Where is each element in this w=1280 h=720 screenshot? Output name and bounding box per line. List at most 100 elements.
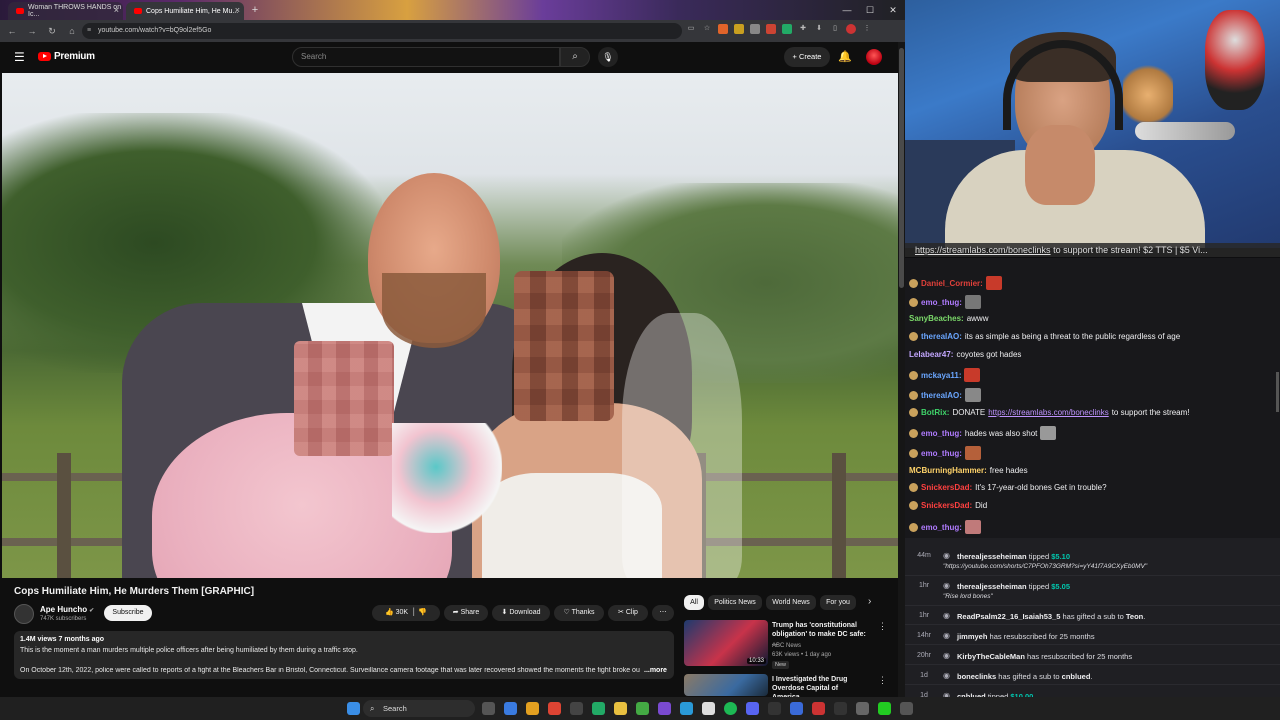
chat-username[interactable]: emo_thug:	[921, 298, 962, 307]
tab-cops-humiliate[interactable]: Cops Humiliate Him, He Mu... ×	[126, 2, 244, 20]
app-icon[interactable]	[856, 702, 869, 715]
channel-avatar[interactable]	[14, 604, 34, 624]
event-username[interactable]: boneclinks	[957, 672, 996, 681]
extension-icon[interactable]	[766, 24, 776, 34]
scrollbar-thumb[interactable]	[899, 48, 904, 288]
create-button[interactable]: + Create	[784, 47, 830, 67]
channel-name[interactable]: Ape Huncho ✔	[40, 605, 94, 614]
discord-icon[interactable]	[746, 702, 759, 715]
app-icon[interactable]	[592, 702, 605, 715]
chip-world-news[interactable]: World News	[766, 595, 816, 610]
app-icon[interactable]	[790, 702, 803, 715]
app-icon[interactable]	[834, 702, 847, 715]
chip-politics-news[interactable]: Politics News	[708, 595, 762, 610]
event-username[interactable]: therealjesseheiman	[957, 552, 1027, 561]
close-window-button[interactable]: ✕	[881, 0, 905, 20]
menu-hamburger-icon[interactable]: ☰	[14, 50, 25, 64]
app-icon[interactable]	[812, 702, 825, 715]
event-target[interactable]: cnblued	[1062, 672, 1091, 681]
banner-link[interactable]: https://streamlabs.com/boneclinks	[915, 245, 1051, 255]
app-icon[interactable]	[636, 702, 649, 715]
search-button[interactable]: ⌕	[560, 47, 590, 67]
url-input[interactable]: ≡ youtube.com/watch?v=bQ9ol2ef5Go	[82, 23, 682, 39]
tab-woman-throws-hands[interactable]: Woman THROWS HANDS on Ic... ×	[8, 2, 123, 20]
chat-username[interactable]: mckaya11:	[921, 371, 961, 380]
minimize-button[interactable]: —	[835, 0, 859, 20]
close-tab-icon[interactable]: ×	[114, 5, 119, 15]
app-icon[interactable]	[658, 702, 671, 715]
extensions-puzzle-icon[interactable]: ✚	[798, 24, 808, 34]
event-username[interactable]: therealjesseheiman	[957, 582, 1027, 591]
event-username[interactable]: jimmyeh	[957, 632, 987, 641]
site-info-icon[interactable]: ≡	[87, 23, 91, 39]
chat-username[interactable]: SnickersDad:	[921, 501, 972, 510]
more-actions-button[interactable]: ⋯	[652, 605, 674, 621]
spotify-icon[interactable]	[724, 702, 737, 715]
show-more-link[interactable]: ...more	[644, 667, 667, 674]
menu-kebab-icon[interactable]: ⋮	[862, 24, 872, 34]
app-icon[interactable]	[570, 702, 583, 715]
search-input[interactable]: Search	[292, 47, 560, 67]
new-tab-button[interactable]: +	[248, 3, 262, 17]
app-icon[interactable]	[900, 702, 913, 715]
chat-username[interactable]: therealAO:	[921, 391, 962, 400]
close-tab-icon[interactable]: ×	[235, 5, 240, 15]
chat-username[interactable]: emo_thug:	[921, 523, 962, 532]
app-icon[interactable]	[878, 702, 891, 715]
chat-username[interactable]: SanyBeaches:	[909, 314, 964, 323]
app-icon[interactable]	[768, 702, 781, 715]
app-icon[interactable]	[702, 702, 715, 715]
event-username[interactable]: ReadPsalm22_16_Isaiah53_5	[957, 612, 1060, 621]
browser-icon[interactable]	[504, 702, 517, 715]
chat-username[interactable]: Daniel_Cormier:	[921, 279, 983, 288]
download-button[interactable]: ⬇ Download	[492, 605, 550, 621]
thanks-button[interactable]: ♡ Thanks	[554, 605, 604, 621]
sidepanel-icon[interactable]: ▯	[830, 24, 840, 34]
video-player[interactable]	[2, 73, 898, 578]
like-dislike-button[interactable]: 👍 30K │ 👎	[372, 605, 440, 621]
downloads-icon[interactable]: ⬇	[814, 24, 824, 34]
chat-username[interactable]: therealAO:	[921, 332, 962, 341]
share-button[interactable]: ➦ Share	[444, 605, 488, 621]
extension-icon[interactable]	[734, 24, 744, 34]
chat-scrollbar[interactable]	[1276, 372, 1279, 412]
avatar[interactable]	[866, 49, 882, 65]
voice-search-button[interactable]: 🎙	[598, 47, 618, 67]
app-icon[interactable]	[680, 702, 693, 715]
chat-username[interactable]: BotRix:	[921, 408, 949, 417]
cast-icon[interactable]: ▭	[686, 24, 696, 34]
more-options-icon[interactable]: ⋮	[878, 675, 887, 686]
event-target[interactable]: Teon	[1126, 612, 1143, 621]
chip-all[interactable]: All	[684, 595, 704, 610]
extension-icon[interactable]	[750, 24, 760, 34]
youtube-logo[interactable]: Premium	[38, 51, 95, 62]
maximize-button[interactable]: ☐	[858, 0, 882, 20]
app-icon[interactable]	[548, 702, 561, 715]
home-button[interactable]: ⌂	[64, 23, 80, 39]
chevron-right-icon[interactable]: ›	[868, 596, 871, 607]
clip-button[interactable]: ✂ Clip	[608, 605, 648, 621]
extension-icon[interactable]	[782, 24, 792, 34]
reload-button[interactable]: ↻	[44, 23, 60, 39]
subscribe-button[interactable]: Subscribe	[104, 605, 152, 621]
file-explorer-icon[interactable]	[614, 702, 627, 715]
chat-username[interactable]: MCBurningHammer:	[909, 466, 987, 475]
windows-start-icon[interactable]	[347, 702, 360, 715]
chat-username[interactable]: emo_thug:	[921, 429, 962, 438]
task-view-icon[interactable]	[482, 702, 495, 715]
recommended-channel[interactable]: ABC News	[772, 642, 872, 650]
recommended-thumbnail[interactable]: 10:33	[684, 620, 768, 666]
profile-icon[interactable]	[846, 24, 856, 34]
extension-icon[interactable]	[718, 24, 728, 34]
taskbar-search[interactable]: ⌕ Search	[363, 700, 475, 717]
chrome-icon[interactable]	[526, 702, 539, 715]
event-username[interactable]: KirbyTheCableMan	[957, 652, 1025, 661]
chat-username[interactable]: Lelabear47:	[909, 350, 953, 359]
more-options-icon[interactable]: ⋮	[878, 621, 887, 632]
chip-for-you[interactable]: For you	[820, 595, 856, 610]
back-button[interactable]: ←	[4, 23, 20, 39]
recommended-thumbnail[interactable]	[684, 674, 768, 696]
notifications-bell-icon[interactable]: 🔔	[838, 50, 852, 63]
bookmark-star-icon[interactable]: ☆	[702, 24, 712, 34]
chat-username[interactable]: emo_thug:	[921, 449, 962, 458]
